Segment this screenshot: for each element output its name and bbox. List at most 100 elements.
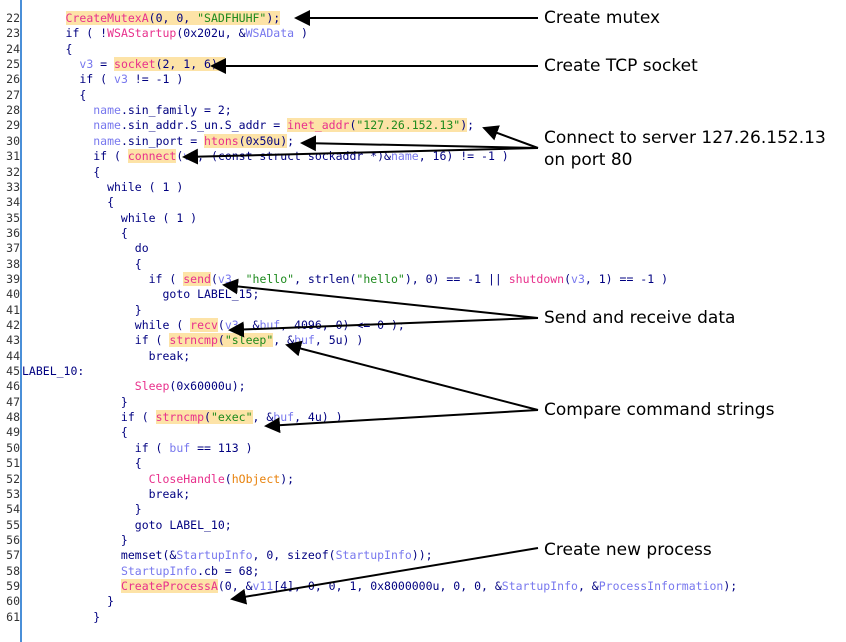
code-line: name.sin_port = htons(0x50u); <box>24 133 295 148</box>
code-token: while ( 1 ) <box>24 179 184 194</box>
code-token: , & <box>577 578 599 593</box>
line-number: 28 <box>6 103 20 118</box>
code-token: { <box>24 195 115 210</box>
code-token: , 16) != -1 ) <box>418 149 509 164</box>
line-number: 46 <box>6 379 20 394</box>
code-line: if ( strncmp("sleep", &buf, 5u) ) <box>24 333 363 348</box>
code-token: } <box>24 594 115 609</box>
code-token: , & <box>252 410 274 425</box>
code-token: } <box>24 609 101 624</box>
code-line: break; <box>24 486 191 501</box>
line-number: 33 <box>6 179 20 194</box>
code-line: } <box>24 610 100 624</box>
code-token: "sleep" <box>224 333 274 348</box>
code-token: )); <box>411 548 433 563</box>
line-number: 40 <box>6 287 20 302</box>
code-token: if ( <box>24 333 170 348</box>
line-number: 54 <box>6 502 20 517</box>
code-line: if ( strncmp("exec", &buf, 4u) ) <box>24 410 343 425</box>
line-number: 36 <box>6 225 20 240</box>
code-token: , & <box>273 333 295 348</box>
code-token: } <box>24 532 128 547</box>
line-number: 25 <box>6 57 20 72</box>
arrow-connect-inet <box>482 125 539 149</box>
code-token: (2, 1, 6); <box>155 57 225 72</box>
line-number: 27 <box>6 87 20 102</box>
code-token: != -1 ) <box>127 72 184 87</box>
code-token: hObject <box>231 471 281 486</box>
line-number: 42 <box>6 318 20 332</box>
code-token: .sin_port = <box>120 133 205 148</box>
code-token: StartupInfo <box>501 578 578 593</box>
code-token: connect <box>127 149 177 164</box>
code-token: ( <box>224 471 232 486</box>
code-token: (0, 0, <box>148 11 198 25</box>
code-token: break; <box>24 486 191 501</box>
code-token: { <box>24 256 142 271</box>
line-number: 39 <box>6 271 20 286</box>
line-number: 38 <box>6 256 20 271</box>
code-line: { <box>24 165 100 179</box>
code-line: } <box>24 303 142 317</box>
code-token: (0x50u) <box>238 133 288 148</box>
code-token: "hello" <box>356 271 405 286</box>
code-token: ; <box>287 133 295 148</box>
code-token: socket <box>114 57 156 72</box>
code-token: ), 0) == -1 || <box>404 271 509 286</box>
code-token: ) <box>294 26 308 41</box>
code-token: v3 <box>79 57 94 72</box>
code-token: htons <box>204 133 239 148</box>
code-token: if ( <box>24 271 184 286</box>
line-number: 52 <box>6 471 20 486</box>
code-line: memset(&StartupInfo, 0, sizeof(StartupIn… <box>24 548 433 562</box>
code-token: { <box>24 456 142 471</box>
code-token: , 1) == -1 ) <box>584 271 668 286</box>
code-token: ); <box>266 11 281 25</box>
line-number: 51 <box>6 456 20 471</box>
code-token: ProcessInformation <box>598 578 724 593</box>
code-token: ( <box>204 410 211 425</box>
code-token: CloseHandle <box>148 471 225 486</box>
code-token: "hello" <box>245 271 295 286</box>
code-token: ); <box>723 578 738 593</box>
line-number: 30 <box>6 133 20 148</box>
code-line: CreateMutexA(0, 0, "SADFHUHF"); <box>24 11 281 25</box>
annotation-create-process: Create new process <box>544 540 712 560</box>
code-token: (0, & <box>217 578 253 593</box>
code-token: v3 <box>114 72 128 87</box>
annotation-create-socket: Create TCP socket <box>544 56 698 76</box>
code-line: } <box>24 395 128 409</box>
code-token: StartupInfo <box>176 548 253 563</box>
code-token: (0x202u, & <box>176 26 246 41</box>
line-number: 57 <box>6 548 20 563</box>
code-token: inet_addr <box>287 118 350 133</box>
code-line: while ( 1 ) <box>24 180 183 194</box>
line-number: 43 <box>6 333 20 348</box>
code-token: (0x60000u); <box>169 379 246 394</box>
code-token: , <box>231 271 246 286</box>
code-token: , 0, sizeof( <box>252 548 336 563</box>
line-number: 50 <box>6 440 20 455</box>
code-line: } <box>24 502 142 516</box>
code-token: if ( <box>24 440 170 455</box>
code-token: == 113 ) <box>190 440 253 455</box>
line-number: 44 <box>6 348 20 363</box>
code-token: CreateMutexA <box>65 11 149 25</box>
code-token: ); <box>280 471 295 486</box>
line-number: 26 <box>6 72 20 87</box>
code-token: if ( ! <box>24 26 108 41</box>
code-token: { <box>24 87 87 102</box>
line-number: 60 <box>6 594 20 609</box>
code-line: { <box>24 195 114 209</box>
code-token: CreateProcessA <box>120 578 218 593</box>
code-token: strncmp <box>155 410 205 425</box>
code-line: if ( buf == 113 ) <box>24 441 253 455</box>
code-line: } <box>24 533 128 547</box>
line-number: 31 <box>6 149 20 164</box>
annotation-compare-strings: Compare command strings <box>544 400 775 420</box>
